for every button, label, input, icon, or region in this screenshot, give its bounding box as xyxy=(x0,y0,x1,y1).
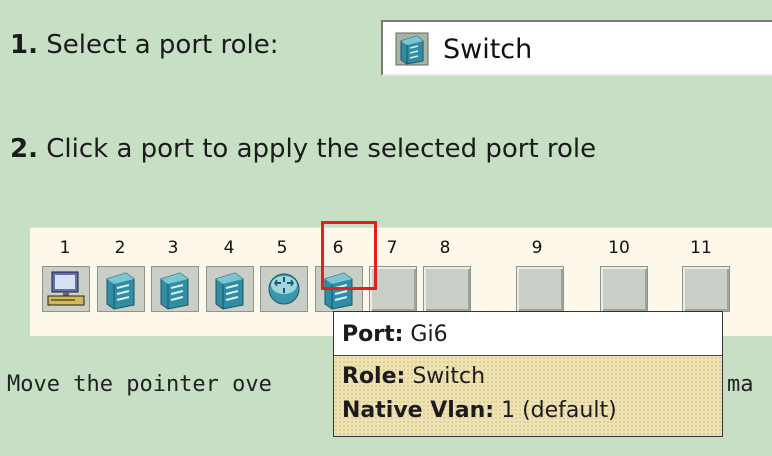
port-number-2: 2 xyxy=(114,238,126,258)
port-4[interactable] xyxy=(206,266,254,312)
port-8[interactable] xyxy=(423,266,471,312)
clipped-text-row xyxy=(0,0,772,6)
port-role-value: Switch xyxy=(443,34,533,65)
port-11[interactable] xyxy=(682,266,730,312)
hint-text: Move the pointer ove xyxy=(7,372,272,397)
port-role-select[interactable]: Switch xyxy=(381,20,772,76)
port-number-8: 8 xyxy=(439,238,451,258)
port-number-3: 3 xyxy=(167,238,179,258)
port-number-11: 11 xyxy=(690,238,712,258)
port-number-10: 10 xyxy=(608,238,630,258)
port-tooltip: Port: Gi6 Role: Switch Native Vlan: 1 (d… xyxy=(333,311,723,437)
port-1[interactable] xyxy=(42,266,90,312)
port-2[interactable] xyxy=(97,266,145,312)
port-number-4: 4 xyxy=(223,238,235,258)
port-number-7: 7 xyxy=(386,238,398,258)
port-number-1: 1 xyxy=(59,238,71,258)
port-5[interactable] xyxy=(260,266,308,312)
hint-text-tail: ma xyxy=(727,372,754,397)
port-3[interactable] xyxy=(151,266,199,312)
selected-port-highlight xyxy=(321,221,377,290)
switch-icon xyxy=(395,32,429,70)
tooltip-details: Role: Switch Native Vlan: 1 (default) xyxy=(334,356,722,436)
tooltip-port-row: Port: Gi6 xyxy=(334,312,722,356)
port-9[interactable] xyxy=(516,266,564,312)
port-10[interactable] xyxy=(600,266,648,312)
tooltip-role-row: Role: Switch xyxy=(342,364,486,389)
port-number-5: 5 xyxy=(276,238,288,258)
step-2-label: 2. Click a port to apply the selected po… xyxy=(10,134,597,164)
step-1-label: 1. Select a port role: xyxy=(10,30,279,60)
tooltip-vlan-row: Native Vlan: 1 (default) xyxy=(342,398,617,423)
port-number-9: 9 xyxy=(531,238,543,258)
